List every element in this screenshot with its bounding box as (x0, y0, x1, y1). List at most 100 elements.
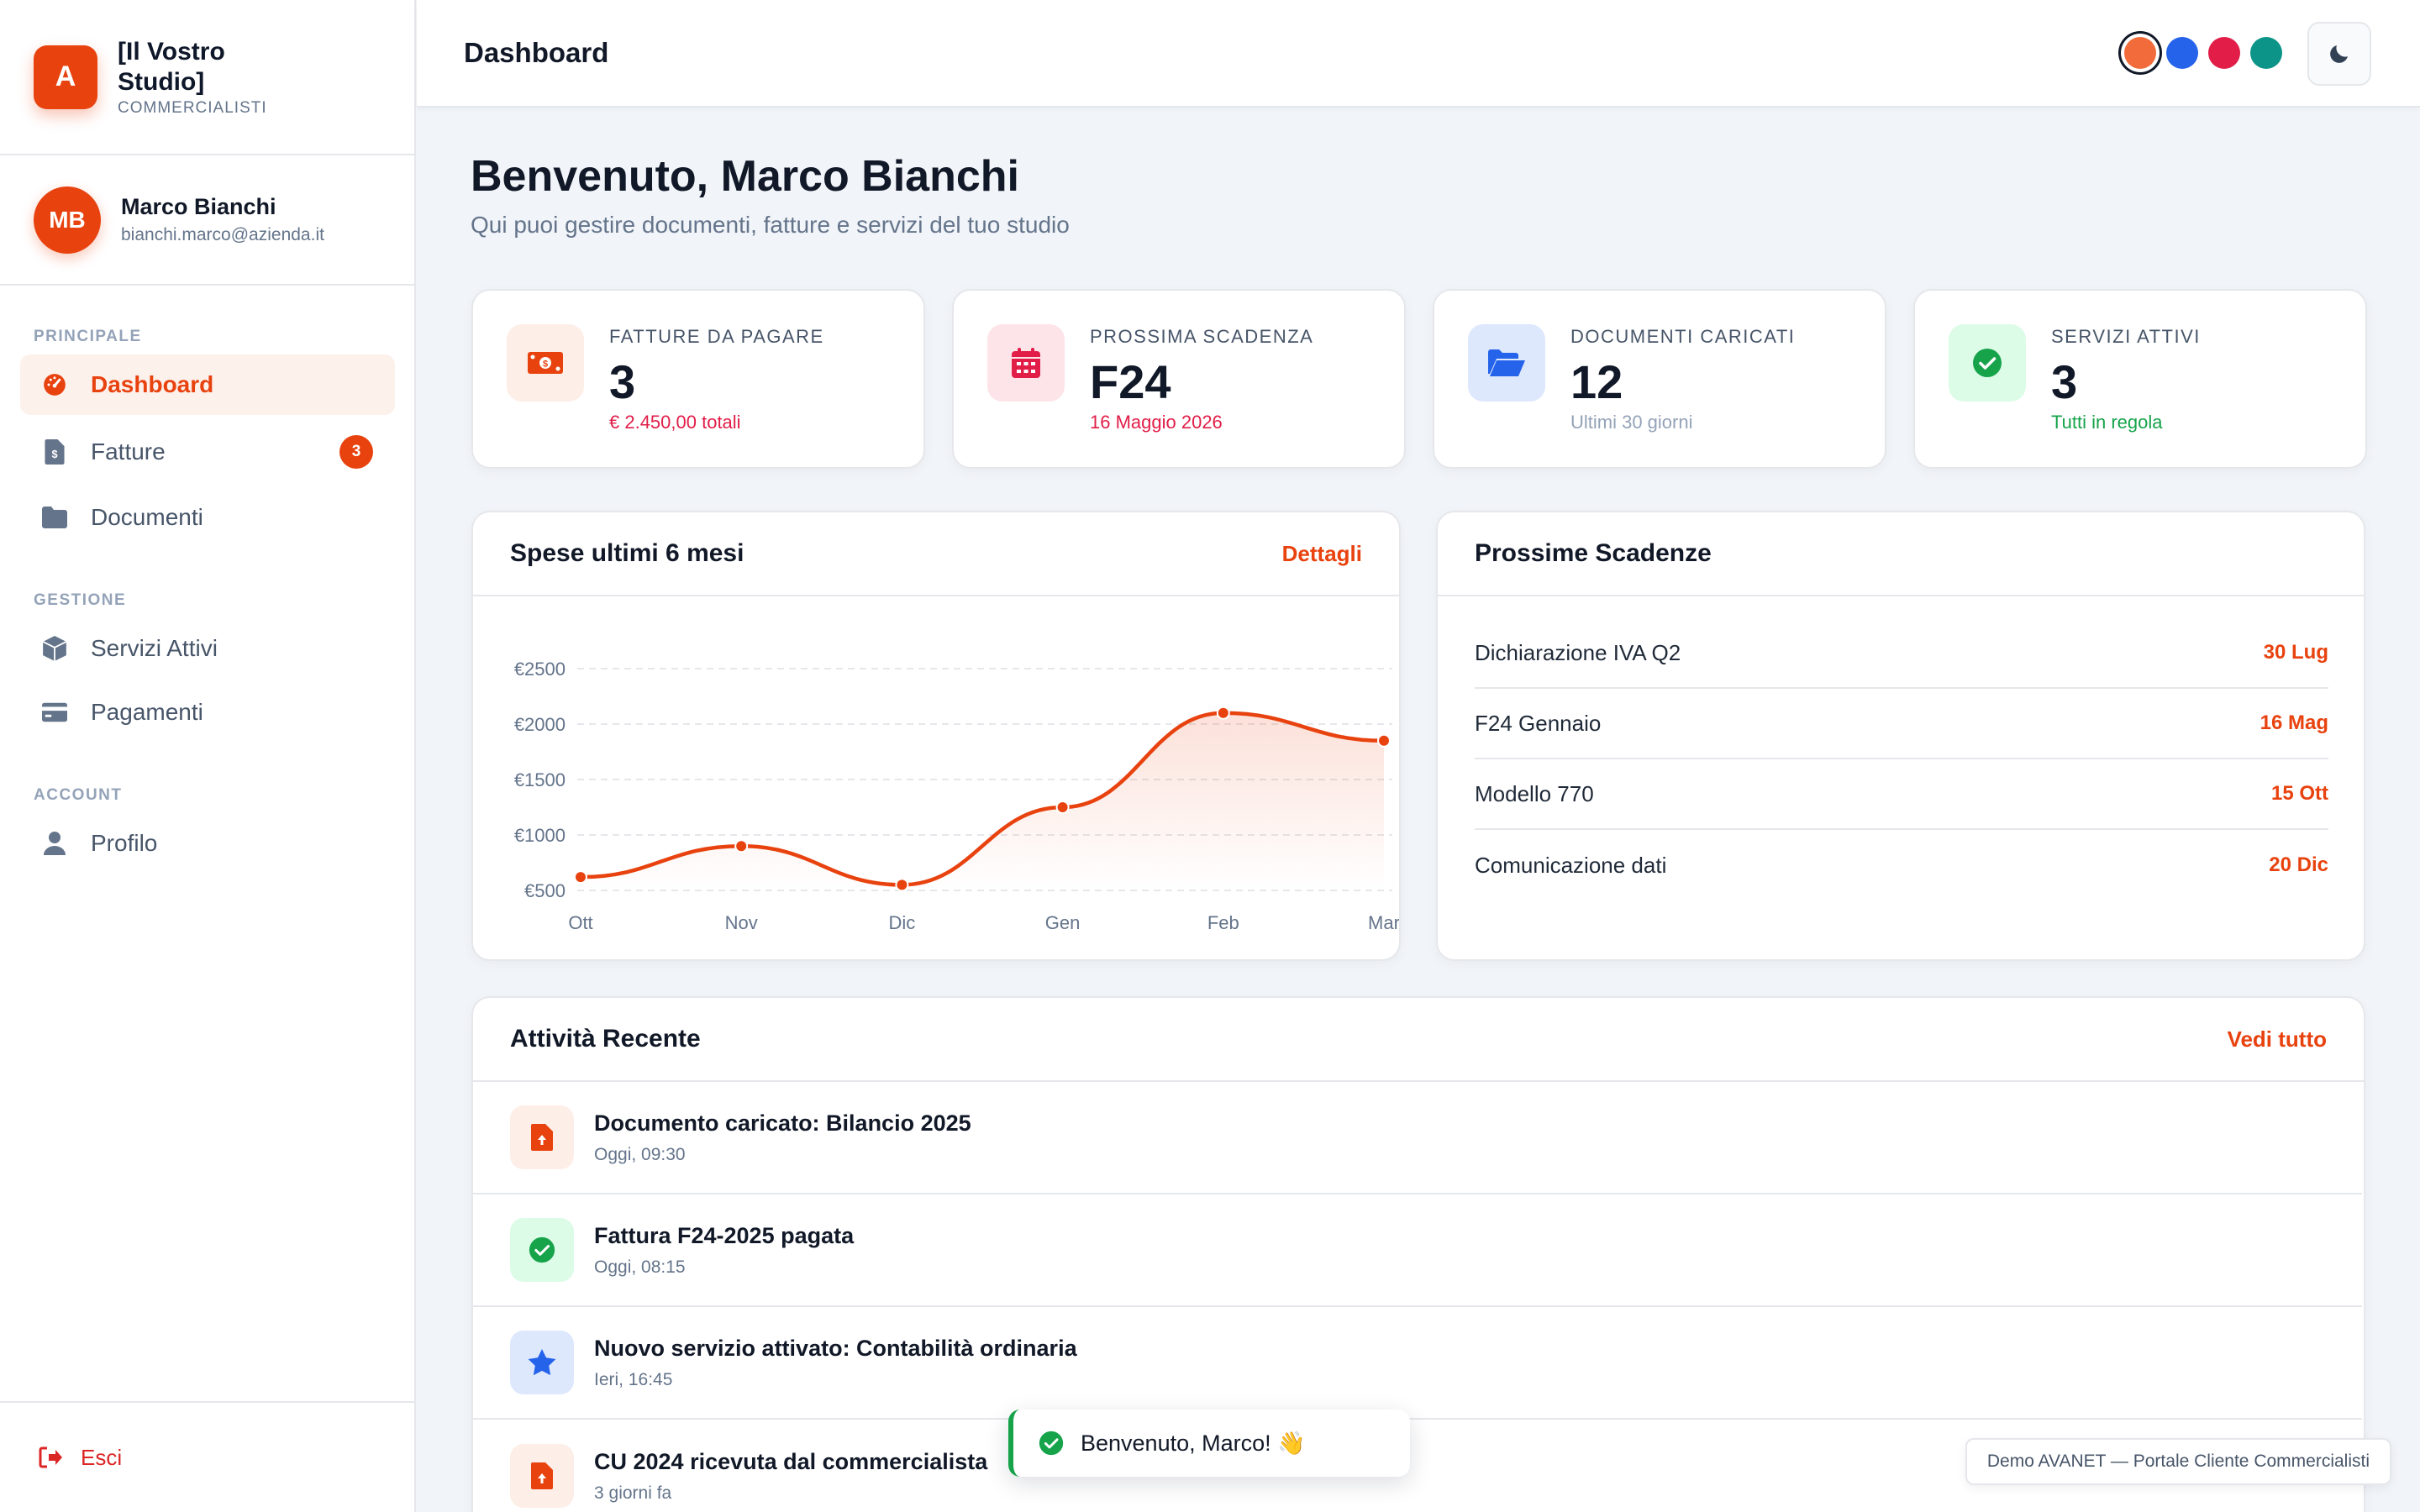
check-circle-icon (1039, 1431, 1064, 1456)
sidebar-item-fatture[interactable]: $ Fatture 3 (20, 422, 395, 482)
deadline-date: 16 Mag (2260, 711, 2328, 734)
demo-footer-note: Demo AVANET — Portale Cliente Commercial… (1965, 1438, 2391, 1485)
nav-section-account: ACCOUNT (34, 786, 123, 804)
theme-color-blue[interactable] (2166, 37, 2198, 69)
stat-foot: € 2.450,00 totali (609, 412, 741, 433)
sidebar-item-documenti[interactable]: Documenti (20, 487, 395, 548)
activity-time: Ieri, 16:45 (594, 1369, 673, 1389)
x-tick-label: Gen (1045, 912, 1081, 933)
deadlines-card: Prossime Scadenze Dichiarazione IVA Q2 3… (1436, 511, 2365, 961)
deadline-name: Comunicazione dati (1475, 852, 1667, 878)
deadline-row[interactable]: F24 Gennaio 16 Mag (1475, 689, 2328, 759)
activity-time: 3 giorni fa (594, 1483, 672, 1503)
svg-text:$: $ (543, 360, 548, 370)
theme-color-red[interactable] (2208, 37, 2240, 69)
card-title: Spese ultimi 6 mesi (510, 539, 744, 567)
deadline-date: 15 Ott (2270, 782, 2328, 805)
stat-label: FATTURE DA PAGARE (609, 326, 824, 347)
user-email: bianchi.marco@azienda.it (121, 225, 324, 244)
x-tick-label: Ott (568, 912, 592, 933)
stat-value: 3 (609, 355, 636, 408)
sidebar-item-profilo[interactable]: Profilo (20, 813, 395, 874)
dark-mode-toggle[interactable] (2307, 22, 2371, 86)
data-point (1216, 706, 1230, 720)
user-card: MB Marco Bianchi bianchi.marco@azienda.i… (0, 155, 414, 286)
star-icon (510, 1331, 574, 1394)
sidebar-item-label: Pagamenti (91, 699, 203, 725)
theme-color-picker (2124, 37, 2282, 69)
welcome-subtitle: Qui puoi gestire documenti, fatture e se… (471, 212, 1070, 238)
details-link[interactable]: Dettagli (1282, 541, 1362, 567)
data-point (1377, 733, 1391, 748)
deadline-row[interactable]: Dichiarazione IVA Q2 30 Lug (1475, 618, 2328, 689)
sidebar-item-label: Documenti (91, 504, 203, 530)
svg-text:$: $ (51, 449, 57, 460)
deadline-date: 30 Lug (2263, 641, 2328, 664)
deadline-row[interactable]: Modello 770 15 Ott (1475, 759, 2328, 830)
invoice-icon: $ (42, 439, 67, 465)
top-header: Dashboard (417, 0, 2420, 108)
folder-icon (42, 505, 67, 530)
data-point (734, 839, 749, 853)
deadline-name: F24 Gennaio (1475, 710, 1602, 736)
deadline-name: Dichiarazione IVA Q2 (1475, 639, 1681, 665)
card-title: Attività Recente (510, 1025, 701, 1053)
nav-section-gestione: GESTIONE (34, 591, 127, 609)
stat-card-fatture[interactable]: $ FATTURE DA PAGARE 3 € 2.450,00 totali (471, 289, 925, 469)
activity-item[interactable]: Nuovo servizio attivato: Contabilità ord… (473, 1307, 2362, 1420)
credit-card-icon (42, 700, 67, 725)
check-circle-icon (1949, 324, 2026, 402)
check-circle-icon (510, 1218, 574, 1282)
deadline-date: 20 Dic (2269, 853, 2328, 876)
sidebar-item-servizi-attivi[interactable]: Servizi Attivi (20, 618, 395, 679)
series-area (581, 712, 1384, 890)
activity-item[interactable]: Documento caricato: Bilancio 2025 Oggi, … (473, 1082, 2362, 1194)
deadline-row[interactable]: Comunicazione dati 20 Dic (1475, 830, 2328, 900)
welcome-toast[interactable]: Benvenuto, Marco! 👋 (1008, 1410, 1410, 1477)
activity-time: Oggi, 09:30 (594, 1144, 686, 1164)
page-title: Dashboard (464, 37, 609, 68)
expenses-chart-card: Spese ultimi 6 mesi Dettagli €2500 €2000 €… (471, 511, 1401, 961)
logout-button[interactable]: Esci (0, 1401, 416, 1512)
x-tick-label: Feb (1207, 912, 1239, 933)
y-tick-label: €1500 (514, 769, 566, 790)
file-upload-icon (510, 1444, 574, 1508)
stat-foot: 16 Maggio 2026 (1090, 412, 1223, 433)
calendar-icon (987, 324, 1065, 402)
sidebar-item-dashboard[interactable]: Dashboard (20, 354, 395, 415)
stat-value: F24 (1090, 355, 1171, 408)
moon-icon (2330, 45, 2348, 63)
activity-title: CU 2024 ricevuta dal commercialista (594, 1448, 988, 1474)
stat-foot: Ultimi 30 giorni (1570, 412, 1693, 433)
activity-time: Oggi, 08:15 (594, 1257, 686, 1277)
stat-value: 12 (1570, 355, 1623, 408)
data-point (574, 870, 587, 885)
x-tick-label: Mar (1368, 912, 1400, 933)
activity-title: Nuovo servizio attivato: Contabilità ord… (594, 1335, 1077, 1361)
sidebar-item-label: Dashboard (91, 371, 214, 397)
stat-card-servizi[interactable]: SERVIZI ATTIVI 3 Tutti in regola (1913, 289, 2367, 469)
brand-name: [Il Vostro Studio] (118, 37, 225, 96)
stat-label: SERVIZI ATTIVI (2051, 326, 2201, 347)
recent-activity-card: Attività Recente Vedi tutto Documento ca… (471, 996, 2365, 1512)
card-title: Prossime Scadenze (1475, 539, 1712, 567)
money-icon: $ (507, 324, 584, 402)
file-upload-icon (510, 1105, 574, 1169)
activity-title: Fattura F24-2025 pagata (594, 1222, 855, 1248)
data-point (895, 878, 909, 892)
stat-card-scadenza[interactable]: PROSSIMA SCADENZA F24 16 Maggio 2026 (952, 289, 1406, 469)
x-tick-label: Nov (725, 912, 758, 933)
theme-color-orange[interactable] (2124, 37, 2156, 69)
user-icon (42, 831, 67, 856)
sidebar-item-pagamenti[interactable]: Pagamenti (20, 682, 395, 743)
brand-logo[interactable]: A (34, 45, 97, 109)
stat-card-documenti[interactable]: DOCUMENTI CARICATI 12 Ultimi 30 giorni (1433, 289, 1886, 469)
theme-color-teal[interactable] (2250, 37, 2282, 69)
avatar[interactable]: MB (34, 186, 101, 254)
activity-item[interactable]: Fattura F24-2025 pagata Oggi, 08:15 (473, 1194, 2362, 1307)
brand: A [Il Vostro Studio] COMMERCIALISTI (0, 0, 414, 155)
data-point (1055, 801, 1070, 814)
view-all-link[interactable]: Vedi tutto (2228, 1026, 2327, 1053)
folder-open-icon (1468, 324, 1545, 402)
logout-label: Esci (81, 1444, 123, 1470)
